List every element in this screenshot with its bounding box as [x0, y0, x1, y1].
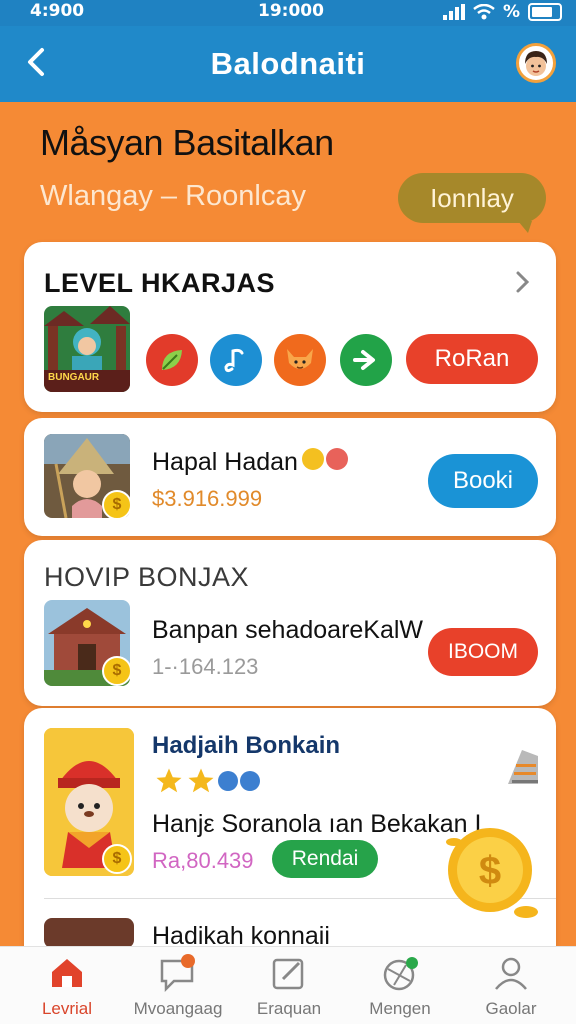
- book-button[interactable]: Booki: [428, 454, 538, 508]
- nav-item-eraquan[interactable]: Eraquan: [234, 953, 344, 1019]
- star-icon: [156, 768, 182, 793]
- avatar[interactable]: [516, 43, 556, 83]
- next-category-button[interactable]: [340, 334, 392, 386]
- coin-icon: $: [102, 656, 132, 686]
- bonus-item-value: 1-·164.123: [152, 654, 259, 679]
- fox-category-button[interactable]: [274, 334, 326, 386]
- level-thumbnail[interactable]: BUNGAUR: [44, 306, 130, 392]
- item-price: $3.916.999: [152, 486, 263, 511]
- item-badges: [302, 448, 348, 470]
- star-icon: [188, 768, 214, 793]
- coin-icon: $: [102, 844, 132, 874]
- music-category-button[interactable]: [210, 334, 262, 386]
- bottom-nav: Levrial Mvoangaag Eraquan Mengen Gaolar: [0, 946, 576, 1024]
- hero-subtitle: Wlangay – Roonlcay: [40, 180, 306, 212]
- level-action-button[interactable]: RoRan: [406, 334, 538, 384]
- leaf-icon: [162, 350, 182, 370]
- nav-label: Levrial: [41, 999, 93, 1018]
- thumb-caption: BUNGAUR: [48, 372, 100, 383]
- nav-item-levrial[interactable]: Levrial: [12, 953, 122, 1019]
- battery-percent: %: [502, 2, 520, 22]
- edit-icon: [272, 958, 304, 990]
- bonus-item-title: Banpan sehadoareKalW: [152, 616, 424, 644]
- status-time: 19:000: [258, 1, 324, 21]
- hero-chat-pill-button[interactable]: Ionnlay: [398, 173, 546, 233]
- rating-dot-icon: [240, 771, 260, 791]
- nav-label: Eraquan: [256, 999, 322, 1018]
- building-icon: [508, 750, 538, 784]
- nav-item-mvoangaag[interactable]: Mvoangaag: [123, 953, 233, 1019]
- chevron-right-icon[interactable]: [512, 268, 534, 296]
- coin-icon: $: [102, 490, 132, 520]
- status-right: %: [442, 2, 562, 22]
- partial-item-thumbnail[interactable]: [44, 918, 134, 948]
- signal-icon: [442, 4, 465, 20]
- svg-text:$: $: [479, 849, 501, 893]
- nav-item-gaolar[interactable]: Gaolar: [456, 953, 566, 1019]
- bonus-section-title: HOVIP BONJAX: [44, 562, 250, 592]
- promo-price: Ra,80.439: [152, 848, 254, 873]
- promo-description: Hanjε Soranola ıan Bekakan I: [152, 810, 482, 838]
- promo-pill-button[interactable]: Rendai: [272, 840, 378, 878]
- battery-icon: [528, 3, 562, 21]
- leaf-category-button[interactable]: [146, 334, 198, 386]
- profile-icon: [495, 957, 527, 990]
- star-badge-icon: [302, 448, 324, 470]
- nav-label: Mvoangaag: [133, 999, 223, 1018]
- chat-icon: [160, 954, 195, 993]
- rating-dot-icon: [218, 771, 238, 791]
- promo-title: Hadjaih Bonkain: [152, 732, 341, 759]
- item-card: $ Hapal Hadan $3.916.999 Booki: [24, 418, 556, 536]
- app-bar: Balodnaiti: [0, 26, 576, 102]
- level-card-title: LEVEL HKARJAS: [44, 268, 276, 298]
- globe-icon: [383, 957, 418, 991]
- heart-badge-icon: [326, 448, 348, 470]
- wifi-icon: [473, 4, 495, 20]
- status-bar: 4:900 19:000 %: [0, 0, 576, 26]
- bonus-action-button[interactable]: IBOOM: [428, 628, 538, 676]
- bonus-card: HOVIP BONJAX $ Banpan sehadoareKalW 1-·1…: [24, 540, 556, 706]
- level-card: LEVEL HKARJAS BUNGAUR RoRan: [24, 242, 556, 412]
- home-icon: [52, 959, 82, 987]
- app-title: Balodnaiti: [210, 46, 366, 81]
- avatar-face-icon: [525, 51, 547, 76]
- hero-title: Måsyan Basitalkan: [40, 122, 334, 163]
- item-title: Hapal Hadan: [152, 448, 298, 476]
- status-signal-text: 4:900: [30, 1, 85, 21]
- promo-stars: [154, 766, 260, 796]
- nav-label: Gaolar: [485, 999, 537, 1018]
- floating-coin-icon[interactable]: $: [440, 822, 544, 922]
- music-note-icon: [224, 348, 244, 373]
- fox-icon: [287, 349, 313, 369]
- nav-item-mengen[interactable]: Mengen: [345, 953, 455, 1019]
- arrow-right-icon: [353, 350, 375, 370]
- nav-label: Mengen: [369, 999, 431, 1018]
